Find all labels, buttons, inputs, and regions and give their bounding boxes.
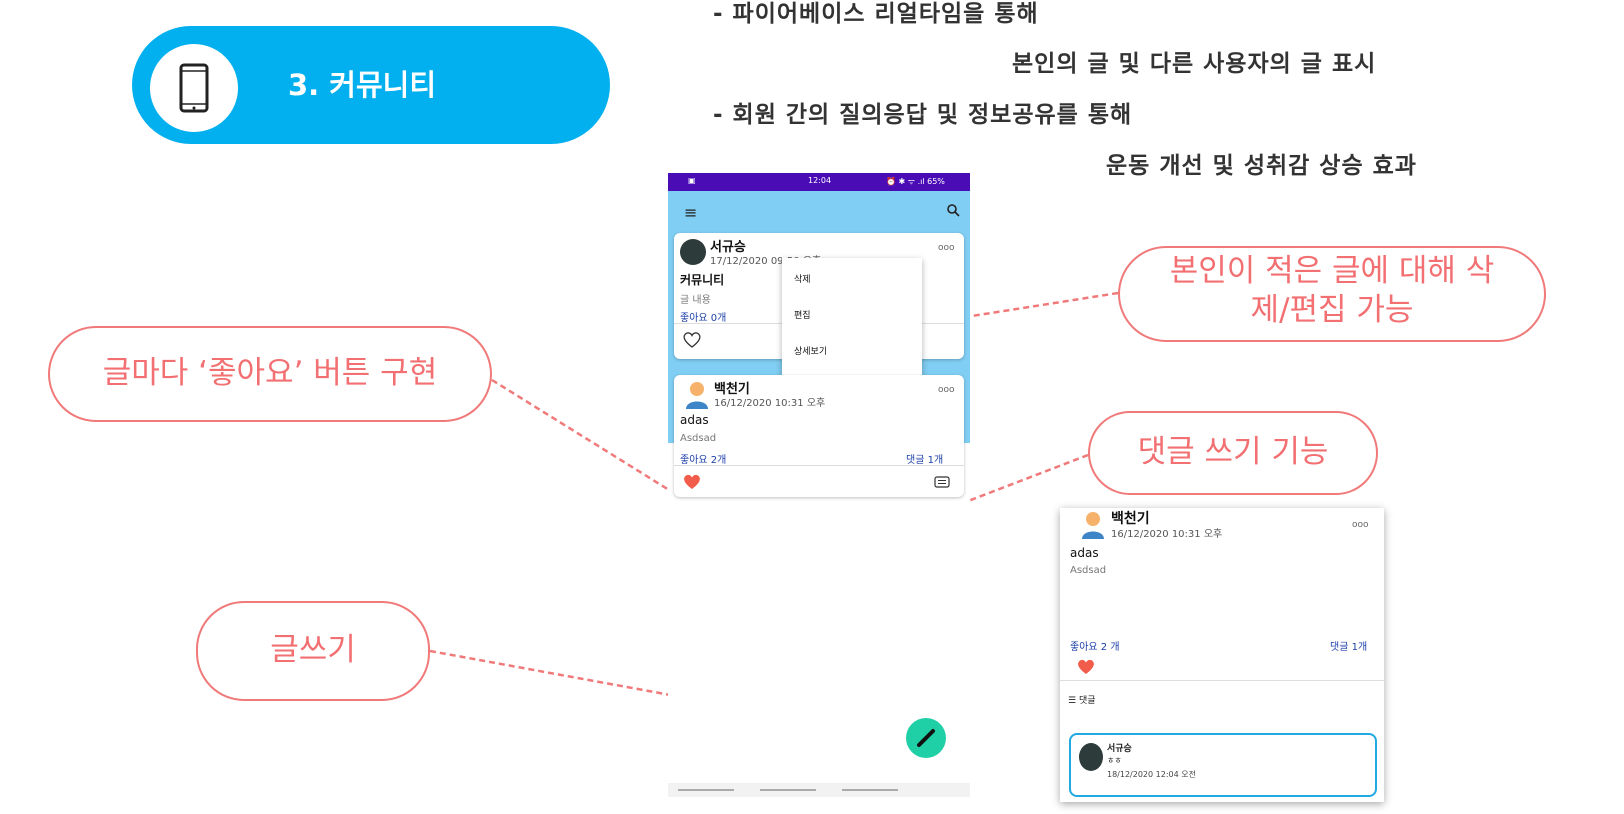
description-line-1: - 파이어베이스 리얼타임을 통해 (713, 1, 1039, 27)
phone-screen: ▣ 12:04 ⏰ ✱ ᯤ .ıl 65% ≡ 서규승 17/12/2020 0… (668, 173, 970, 797)
comment-list-icon: ☰ (1068, 696, 1079, 706)
section-icon-circle (150, 44, 238, 132)
description-line-3: - 회원 간의 질의응답 및 정보공유를 통해 (713, 102, 1133, 128)
post-title: 커뮤니티 (680, 273, 725, 287)
nav-indicator (842, 789, 898, 791)
write-post-fab[interactable] (906, 718, 946, 758)
avatar (684, 380, 710, 410)
post-date: 16/12/2020 10:31 오후 (714, 398, 826, 409)
status-bar: ▣ 12:04 ⏰ ✱ ᯤ .ıl 65% (668, 173, 970, 191)
post-body: Asdsad (680, 433, 717, 444)
avatar (680, 239, 706, 265)
comment-author: 서규승 (1107, 744, 1132, 754)
comment-text: ㅎㅎ (1107, 756, 1122, 765)
menu-item-details[interactable]: 상세보기 (794, 344, 827, 357)
detail-body: Asdsad (1070, 565, 1107, 576)
menu-icon[interactable]: ≡ (684, 203, 697, 222)
callout-comment: 댓글 쓰기 기능 (1088, 411, 1378, 495)
post-body: 글 내용 (680, 295, 711, 306)
avatar (1080, 510, 1106, 540)
status-icons: ⏰ ✱ ᯤ .ıl 65% (886, 177, 945, 186)
description-line-2: 본인의 글 및 다른 사용자의 글 표시 (1012, 51, 1377, 77)
callout-edit-delete: 본인이 적은 글에 대해 삭제/편집 가능 (1118, 246, 1546, 342)
detail-like-count: 좋아요 2 개 (1070, 642, 1120, 653)
divider (674, 465, 964, 466)
more-options-icon[interactable]: ooo (938, 243, 955, 253)
comment-item: 서규승 ㅎㅎ 18/12/2020 12:04 오전 (1069, 733, 1377, 797)
comment-header-label: 댓글 (1078, 696, 1096, 706)
post-options-menu: 삭제 편집 상세보기 (782, 258, 922, 378)
status-time: 12:04 (808, 176, 832, 185)
comment-date: 18/12/2020 12:04 오전 (1107, 770, 1196, 779)
avatar (1079, 743, 1103, 771)
comment-section-header: ☰ 댓글 (1068, 693, 1096, 706)
nav-indicator (760, 789, 816, 791)
more-options-icon[interactable]: ooo (1352, 520, 1369, 530)
section-title: 3. 커뮤니티 (288, 68, 437, 102)
detail-comment-count: 댓글 1개 (1330, 642, 1368, 653)
smartphone-icon (179, 63, 209, 113)
nav-indicator (678, 789, 734, 791)
image-icon: ▣ (688, 176, 696, 185)
detail-date: 16/12/2020 10:31 오후 (1111, 529, 1223, 540)
heart-outline-icon[interactable] (682, 331, 702, 353)
post-title: adas (680, 413, 709, 427)
pencil-icon (917, 729, 935, 747)
comment-count: 댓글 1개 (906, 455, 944, 466)
detail-title: adas (1070, 546, 1099, 560)
more-options-icon[interactable]: ooo (938, 385, 955, 395)
like-count: 좋아요 2개 (680, 455, 727, 466)
divider (1060, 680, 1384, 681)
heart-filled-icon[interactable] (1076, 658, 1096, 680)
heart-filled-icon[interactable] (682, 473, 702, 495)
callout-like-button: 글마다 ‘좋아요’ 버튼 구현 (48, 326, 492, 422)
post-card[interactable]: 백천기 16/12/2020 10:31 오후 ooo adas Asdsad … (674, 375, 964, 497)
search-icon[interactable] (946, 202, 960, 221)
description-line-4: 운동 개선 및 성취감 상승 효과 (1106, 153, 1417, 179)
menu-item-edit[interactable]: 편집 (794, 308, 811, 321)
menu-item-delete[interactable]: 삭제 (794, 272, 811, 285)
comment-icon[interactable] (934, 475, 950, 494)
callout-write: 글쓰기 (196, 601, 430, 701)
like-count: 좋아요 0개 (680, 313, 727, 324)
